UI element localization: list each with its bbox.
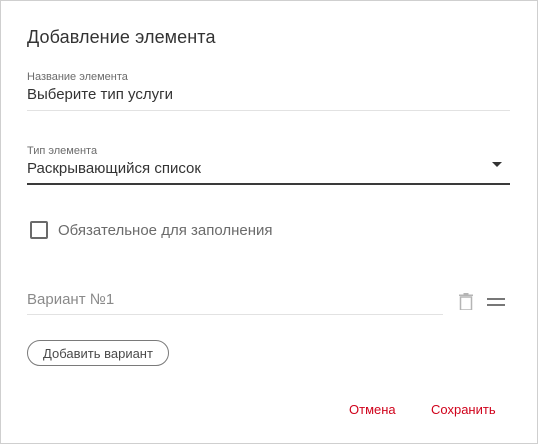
element-type-value[interactable]: Раскрывающийся список: [27, 160, 510, 178]
add-variant-button[interactable]: Добавить вариант: [27, 340, 169, 366]
variant-input[interactable]: Вариант №1: [27, 291, 443, 309]
element-name-underline: [27, 110, 510, 111]
dropdown-arrow-icon[interactable]: [492, 162, 502, 167]
element-name-input[interactable]: Выберите тип услуги: [27, 86, 510, 104]
add-element-dialog: Добавление элемента Название элемента Вы…: [0, 0, 538, 444]
cancel-button[interactable]: Отмена: [349, 402, 396, 417]
variant-field[interactable]: Вариант №1: [27, 291, 443, 315]
element-type-underline: [27, 183, 510, 185]
variant-underline: [27, 314, 443, 315]
required-checkbox-row[interactable]: Обязательное для заполнения: [30, 221, 273, 239]
trash-icon[interactable]: [459, 293, 473, 310]
required-checkbox[interactable]: [30, 221, 48, 239]
required-checkbox-label[interactable]: Обязательное для заполнения: [58, 222, 273, 239]
drag-handle-icon[interactable]: [487, 298, 505, 306]
dialog-title: Добавление элемента: [27, 27, 216, 47]
element-name-label: Название элемента: [27, 71, 128, 83]
element-name-field[interactable]: Название элемента Выберите тип услуги: [27, 71, 510, 113]
element-type-select[interactable]: Тип элемента Раскрывающийся список: [27, 145, 510, 187]
element-type-label: Тип элемента: [27, 145, 98, 157]
save-button[interactable]: Сохранить: [431, 402, 496, 417]
